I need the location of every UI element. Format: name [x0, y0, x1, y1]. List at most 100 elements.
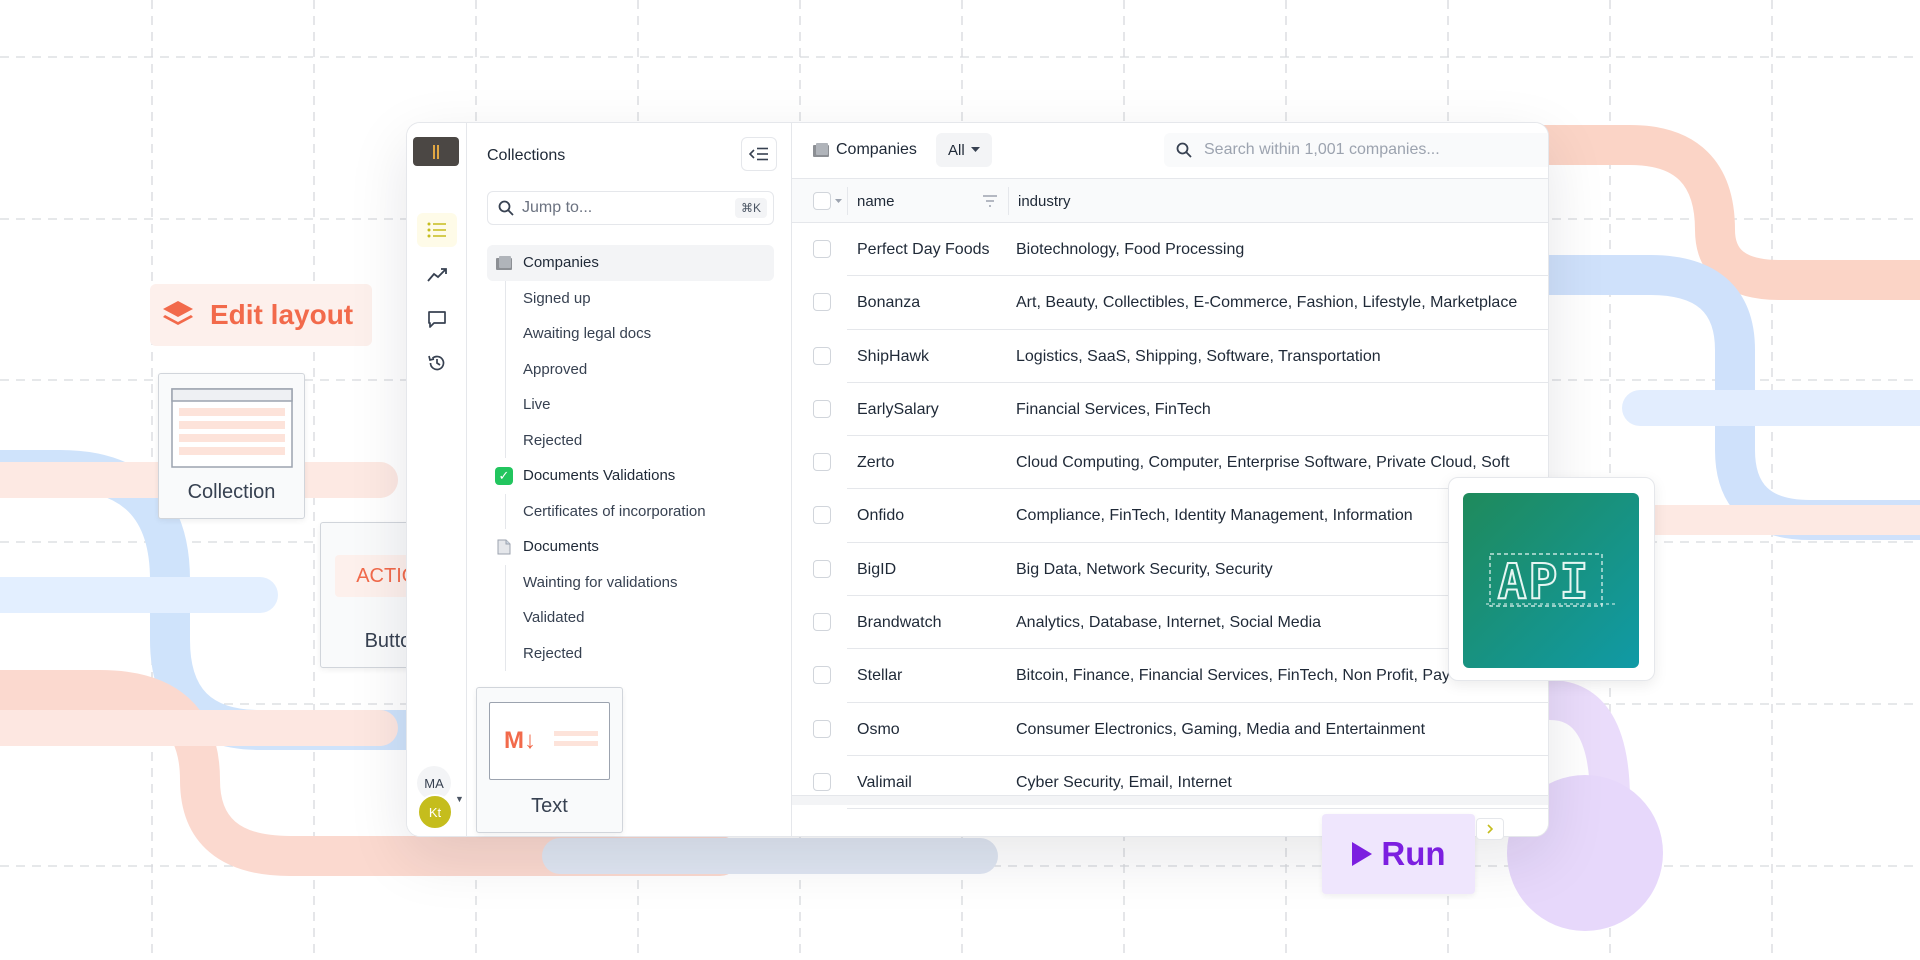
cell-industry[interactable]: Compliance, FinTech, Identity Management…: [1016, 489, 1413, 542]
tree-item[interactable]: Live: [487, 387, 774, 423]
view-filter-dropdown[interactable]: All: [936, 133, 992, 167]
cell-name[interactable]: EarlySalary: [857, 383, 939, 436]
row-checkbox[interactable]: [813, 506, 831, 525]
table-row[interactable]: Perfect Day Foods Biotechnology, Food Pro…: [792, 223, 1548, 277]
view-filter-label: All: [948, 141, 965, 159]
cell-name[interactable]: ShipHawk: [857, 330, 929, 383]
rail-analytics-button[interactable]: [417, 258, 457, 292]
next-page-button[interactable]: [1476, 818, 1504, 840]
tree-item[interactable]: Awaiting legal docs: [487, 316, 774, 352]
column-name-label: name: [857, 192, 895, 210]
check-icon: ✓: [495, 466, 513, 485]
row-checkbox[interactable]: [813, 666, 831, 685]
avatar-kt[interactable]: Kt: [417, 794, 453, 830]
caret-down-icon[interactable]: ▼: [455, 794, 464, 804]
markdown-thumbnail: M↓: [489, 702, 610, 780]
collapse-sidebar-button[interactable]: [741, 137, 777, 171]
table-search-placeholder: Search within 1,001 companies...: [1204, 141, 1440, 158]
row-checkbox[interactable]: [813, 293, 831, 312]
cell-name[interactable]: Zerto: [857, 436, 894, 489]
tree-item[interactable]: Wainting for validations: [487, 564, 774, 601]
tree-item-label: Documents Validations: [523, 467, 676, 485]
cell-industry[interactable]: Big Data, Network Security, Security: [1016, 543, 1273, 596]
run-button[interactable]: Run: [1322, 814, 1475, 894]
cell-industry[interactable]: Logistics, SaaS, Shipping, Software, Tra…: [1016, 330, 1381, 383]
caret-down-icon[interactable]: [835, 198, 842, 204]
cell-name[interactable]: Perfect Day Foods: [857, 223, 990, 276]
tree-item[interactable]: ✓ Documents Validations: [487, 458, 774, 494]
cell-name[interactable]: Onfido: [857, 489, 904, 542]
table-row[interactable]: Brandwatch Analytics, Database, Internet,…: [792, 596, 1548, 650]
select-all-control[interactable]: [813, 179, 842, 223]
collection-card-label: Collection: [187, 481, 276, 503]
list-icon: [427, 222, 446, 238]
rail-collections-button[interactable]: [417, 213, 457, 247]
text-component-card[interactable]: M↓ Text: [476, 687, 623, 833]
cell-industry[interactable]: Art, Beauty, Collectibles, E-Commerce, F…: [1016, 276, 1517, 329]
cell-industry[interactable]: Bitcoin, Finance, Financial Services, Fi…: [1016, 649, 1450, 702]
select-all-checkbox[interactable]: [813, 192, 831, 210]
tree-item-label: Documents: [523, 538, 599, 556]
collection-component-card[interactable]: Collection: [158, 373, 305, 519]
row-checkbox[interactable]: [813, 772, 831, 791]
api-component-card[interactable]: API: [1448, 477, 1655, 681]
row-checkbox[interactable]: [813, 719, 831, 738]
cell-industry[interactable]: Consumer Electronics, Gaming, Media and …: [1016, 703, 1425, 756]
table-row[interactable]: Stellar Bitcoin, Finance, Financial Servi…: [792, 649, 1548, 703]
tree-item[interactable]: Approved: [487, 351, 774, 388]
tree-item[interactable]: Certificates of incorporation: [487, 493, 774, 530]
row-checkbox[interactable]: [813, 613, 831, 632]
cell-name[interactable]: Osmo: [857, 703, 900, 756]
table-toolbar: Companies All Search within 1,001 compan…: [792, 123, 1548, 179]
row-checkbox[interactable]: [813, 346, 831, 365]
document-icon: [497, 539, 511, 555]
cell-industry[interactable]: Analytics, Database, Internet, Social Me…: [1016, 596, 1321, 649]
history-icon: [428, 355, 445, 371]
table-row[interactable]: EarlySalary Financial Services, FinTech: [792, 383, 1548, 437]
user-avatars[interactable]: MA Kt ▼: [413, 766, 464, 832]
cell-name[interactable]: Stellar: [857, 649, 902, 702]
shortcut-badge: ⌘K: [734, 198, 767, 218]
tree-item[interactable]: Rejected: [487, 635, 774, 672]
table-row[interactable]: ShipHawk Logistics, SaaS, Shipping, Softw…: [792, 330, 1548, 384]
cell-name[interactable]: Brandwatch: [857, 596, 942, 649]
column-header-industry[interactable]: industry: [1018, 179, 1071, 223]
api-label: API: [1498, 554, 1591, 610]
chart-icon: [427, 268, 447, 282]
api-text-graphic: API: [1486, 553, 1616, 611]
jump-to-input[interactable]: Jump to... ⌘K: [487, 191, 774, 225]
row-checkbox[interactable]: [813, 559, 831, 578]
app-logo[interactable]: [413, 137, 459, 166]
collection-name: Companies: [836, 141, 917, 158]
cell-name[interactable]: Bonanza: [857, 276, 920, 329]
tree-item[interactable]: Signed up: [487, 280, 774, 317]
edit-layout-button[interactable]: Edit layout: [150, 284, 372, 346]
table-row[interactable]: Bonanza Art, Beauty, Collectibles, E-Comm…: [792, 276, 1548, 330]
tree-item-label: Companies: [523, 254, 599, 272]
column-industry-label: industry: [1018, 192, 1071, 210]
row-checkbox[interactable]: [813, 453, 831, 472]
rail-history-button[interactable]: [417, 346, 457, 380]
table-row[interactable]: Zerto Cloud Computing, Computer, Enterpri…: [792, 436, 1548, 490]
cell-industry[interactable]: Biotechnology, Food Processing: [1016, 223, 1244, 276]
table-row[interactable]: Osmo Consumer Electronics, Gaming, Media …: [792, 703, 1548, 757]
cell-industry[interactable]: Financial Services, FinTech: [1016, 383, 1211, 436]
tree-item[interactable]: Rejected: [487, 422, 774, 459]
table-row[interactable]: Onfido Compliance, FinTech, Identity Mana…: [792, 489, 1548, 544]
filter-icon[interactable]: [982, 195, 998, 207]
tree-item[interactable]: Companies: [487, 245, 774, 281]
cell-industry[interactable]: Cloud Computing, Computer, Enterprise So…: [1016, 436, 1510, 489]
row-checkbox[interactable]: [813, 399, 831, 418]
collections-tree: Companies Signed up Awaiting legal docs App…: [487, 245, 774, 671]
cell-name[interactable]: BigID: [857, 543, 896, 596]
table-row[interactable]: BigID Big Data, Network Security, Securit…: [792, 543, 1548, 597]
chevron-right-icon: [1487, 824, 1493, 834]
row-checkbox[interactable]: [813, 240, 831, 258]
tree-item[interactable]: Validated: [487, 600, 774, 636]
rail-comments-button[interactable]: [417, 302, 457, 336]
tree-item[interactable]: Documents: [487, 529, 774, 565]
table-search-input[interactable]: Search within 1,001 companies...: [1164, 133, 1548, 167]
tree-item-label: Wainting for validations: [523, 573, 678, 591]
horizontal-scrollbar[interactable]: [792, 795, 1548, 805]
icon-rail: MA Kt ▼: [407, 123, 467, 836]
